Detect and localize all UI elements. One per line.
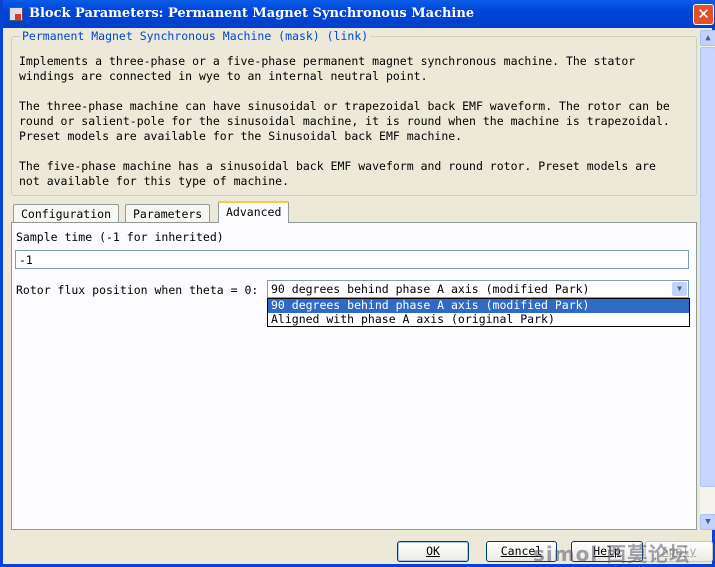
rotor-flux-select[interactable]: 90 degrees behind phase A axis (modified…: [267, 280, 689, 298]
scroll-down-icon[interactable]: ▼: [700, 514, 715, 530]
rotor-flux-dropdown-list: 90 degrees behind phase A axis (modified…: [267, 298, 690, 327]
dropdown-option[interactable]: 90 degrees behind phase A axis (modified…: [268, 299, 689, 313]
rotor-flux-label: Rotor flux position when theta = 0:: [16, 283, 259, 297]
chevron-down-icon[interactable]: ▼: [672, 282, 687, 296]
description-group: Permanent Magnet Synchronous Machine (ma…: [11, 29, 697, 196]
sample-time-input[interactable]: -1: [15, 250, 689, 269]
scroll-up-icon[interactable]: ▲: [700, 30, 715, 46]
dialog-window: Block Parameters: Permanent Magnet Synch…: [0, 0, 715, 567]
title-bar: Block Parameters: Permanent Magnet Synch…: [3, 0, 715, 28]
vertical-scrollbar[interactable]: ▲ ▼: [700, 30, 715, 530]
rotor-flux-value: 90 degrees behind phase A axis (modified…: [271, 282, 590, 296]
window-title: Block Parameters: Permanent Magnet Synch…: [29, 6, 475, 21]
close-button[interactable]: ✕: [693, 4, 714, 25]
tab-advanced[interactable]: Advanced: [218, 201, 290, 223]
help-button[interactable]: Help: [571, 541, 643, 562]
cancel-button[interactable]: Cancel: [486, 541, 557, 562]
block-icon: [9, 7, 23, 21]
apply-button[interactable]: Apply: [645, 541, 713, 562]
tab-configuration[interactable]: Configuration: [13, 204, 120, 223]
description-paragraph: The three-phase machine can have sinusoi…: [19, 99, 670, 143]
dropdown-option[interactable]: Aligned with phase A axis (original Park…: [268, 312, 689, 327]
mask-link-title[interactable]: Permanent Magnet Synchronous Machine (ma…: [20, 29, 371, 43]
description-paragraph: Implements a three-phase or a five-phase…: [19, 54, 636, 83]
sample-time-label: Sample time (-1 for inherited): [16, 230, 224, 244]
tab-parameters[interactable]: Parameters: [125, 204, 211, 223]
description-paragraph: The five-phase machine has a sinusoidal …: [19, 159, 656, 188]
ok-button[interactable]: OK: [397, 541, 469, 562]
scroll-thumb[interactable]: [700, 47, 715, 487]
